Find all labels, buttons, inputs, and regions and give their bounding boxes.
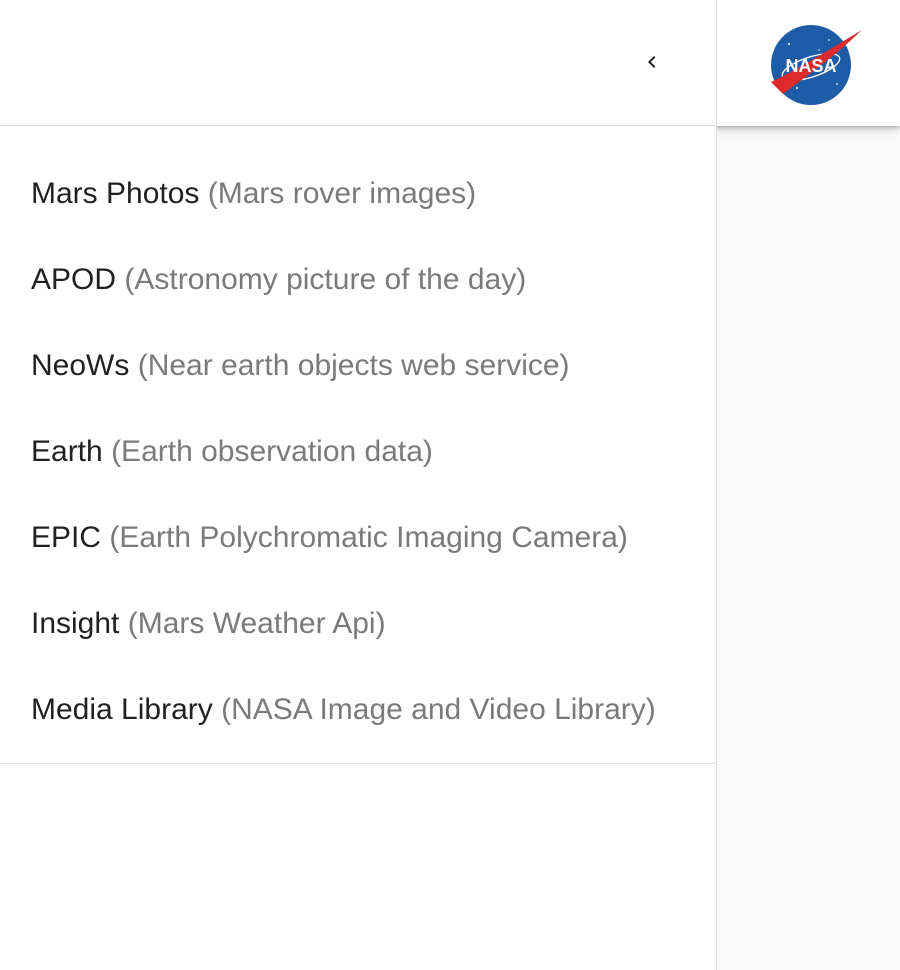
nav-item-neows[interactable]: NeoWs (Near earth objects web service) [0,323,716,409]
nav-item-description: (Earth Polychromatic Imaging Camera) [109,521,628,554]
navigation-drawer: Mars Photos (Mars rover images) APOD (As… [0,0,717,970]
nav-item-title: Insight [31,607,120,640]
nav-item-earth[interactable]: Earth (Earth observation data) [0,409,716,495]
nav-item-insight[interactable]: Insight (Mars Weather Api) [0,581,716,667]
nasa-logo[interactable]: NASA [767,22,863,106]
app-root: NASA Mars Photos (Mars rover images) APO… [0,0,900,970]
nav-item-media-library[interactable]: Media Library (NASA Image and Video Libr… [0,667,716,753]
nav-item-apod[interactable]: APOD (Astronomy picture of the day) [0,237,716,323]
nav-item-title: NeoWs [31,349,130,382]
svg-text:NASA: NASA [785,56,836,76]
nav-item-description: (Near earth objects web service) [137,349,570,382]
nav-item-mars-photos[interactable]: Mars Photos (Mars rover images) [0,126,716,237]
close-drawer-button[interactable] [628,38,676,86]
nav-item-epic[interactable]: EPIC (Earth Polychromatic Imaging Camera… [0,495,716,581]
nav-item-title: Mars Photos [31,177,200,210]
nav-item-title: APOD [31,263,117,296]
nav-item-title: Earth [31,435,103,468]
nav-item-title: Media Library [31,693,213,726]
nav-item-description: (Earth observation data) [111,435,433,468]
drawer-header [0,0,716,126]
chevron-left-icon [648,56,656,68]
nav-item-title: EPIC [31,521,102,554]
nav-item-description: (NASA Image and Video Library) [221,693,656,726]
nav-list: Mars Photos (Mars rover images) APOD (As… [0,126,716,764]
nav-item-description: (Mars rover images) [207,177,477,210]
nav-item-description: (Astronomy picture of the day) [124,263,527,296]
nav-item-description: (Mars Weather Api) [127,607,386,640]
